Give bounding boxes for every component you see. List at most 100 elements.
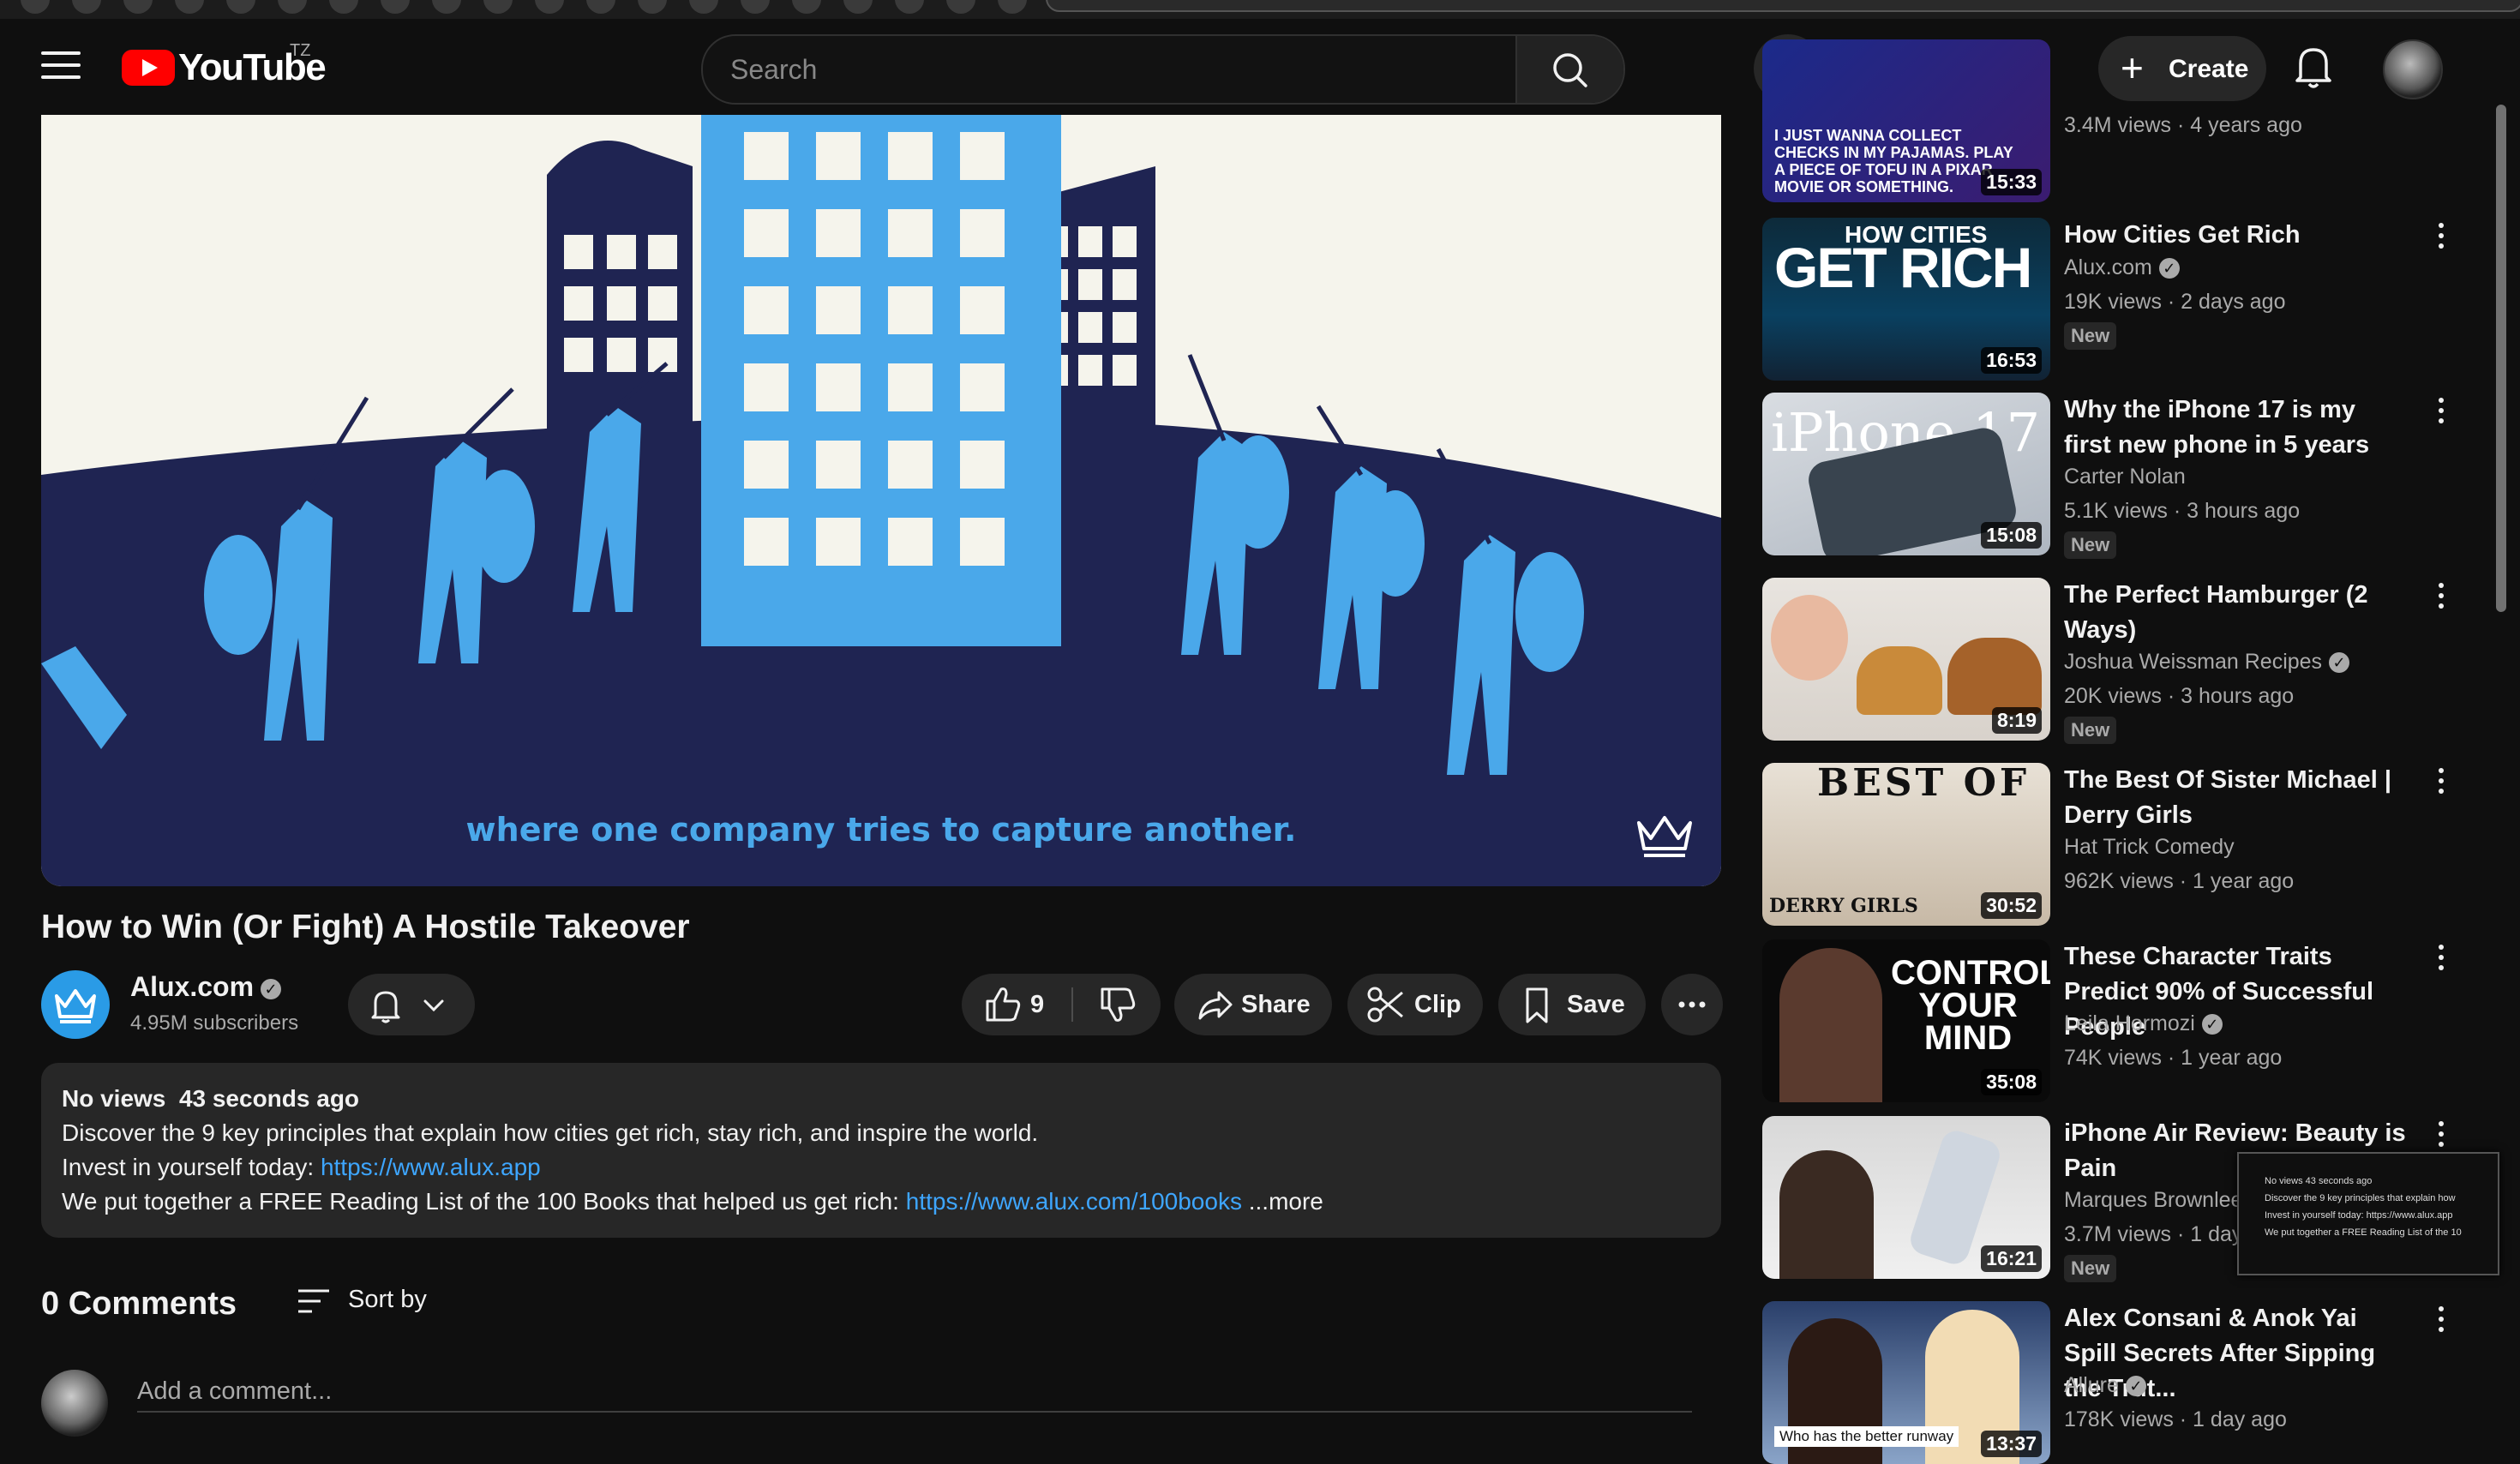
save-button[interactable]: Save [1498, 974, 1646, 1035]
preview-line: No views 43 seconds ago [2265, 1176, 2373, 1186]
sort-button[interactable]: Sort by [297, 1284, 427, 1318]
verified-icon: ✓ [2329, 652, 2350, 674]
person-image [1779, 948, 1882, 1102]
add-comment-input[interactable] [137, 1371, 1692, 1413]
browser-tab-strip [0, 0, 2520, 19]
tab-favicon[interactable] [741, 0, 770, 14]
share-icon [1198, 991, 1233, 1020]
create-button[interactable]: + Create [2098, 36, 2266, 101]
video-thumbnail[interactable]: 16:21 [1762, 1116, 2050, 1279]
video-title: Why the iPhone 17 is my first new phone … [2064, 396, 2370, 459]
video-duration: 15:08 [1981, 522, 2042, 549]
new-badge: New [2064, 322, 2117, 350]
tab-favicon[interactable] [72, 0, 101, 14]
video-thumbnail[interactable]: I JUST WANNA COLLECT CHECKS IN MY PAJAMA… [1762, 39, 2050, 202]
video-duration: 35:08 [1981, 1069, 2042, 1095]
tab-favicon[interactable] [689, 0, 718, 14]
more-options-icon[interactable] [2431, 223, 2451, 257]
tab-favicon[interactable] [483, 0, 513, 14]
thumbnail-text: BEST OF [1817, 763, 2031, 805]
description-link[interactable]: https://www.alux.app [321, 1154, 541, 1180]
thumbnail-text: Who has the better runway [1774, 1426, 1959, 1447]
description-line: Discover the 9 key principles that expla… [62, 1119, 1039, 1146]
new-badge: New [2064, 717, 2117, 744]
preview-line: We put together a FREE Reading List of t… [2265, 1227, 2462, 1238]
video-thumbnail[interactable]: HOW CITIES GET RICH 16:53 [1762, 218, 2050, 381]
more-options-icon[interactable] [2431, 398, 2451, 432]
sidebar-scrollbar[interactable] [2496, 105, 2506, 612]
search-button[interactable] [1515, 36, 1623, 103]
tab-favicon[interactable] [998, 0, 1027, 14]
tab-favicon[interactable] [895, 0, 924, 14]
more-options-icon[interactable] [2431, 768, 2451, 802]
search-input[interactable] [729, 36, 1452, 103]
menu-icon[interactable] [41, 51, 81, 82]
channel-name: Marques Brownlee [2064, 1188, 2243, 1212]
video-caption: where one company tries to capture anoth… [465, 811, 1297, 849]
burger-image [1857, 646, 1942, 715]
channel-avatar[interactable] [41, 970, 110, 1039]
bell-icon [371, 991, 444, 1023]
video-meta: 74K views · 1 year ago [2064, 1046, 2283, 1070]
hover-preview-card: No views 43 seconds ago Discover the 9 k… [2237, 1152, 2499, 1275]
notifications-button[interactable] [2292, 43, 2335, 91]
browser-url-bar[interactable] [1046, 0, 2520, 12]
tab-favicon[interactable] [329, 0, 358, 14]
tab-favicon[interactable] [586, 0, 615, 14]
video-player[interactable]: where one company tries to capture anoth… [41, 115, 1721, 886]
video-thumbnail[interactable]: iPhone 17 15:08 [1762, 393, 2050, 555]
notification-settings-button[interactable] [348, 974, 475, 1035]
thumbs-down-icon [1101, 987, 1136, 1022]
video-thumbnail[interactable]: Who has the better runway 13:37 [1762, 1301, 2050, 1464]
crown-watermark-icon [1637, 816, 1692, 857]
dislike-button[interactable] [1073, 974, 1161, 1035]
burger-image [1947, 638, 2042, 715]
channel-name: Allure ✓ [2064, 1373, 2146, 1398]
crown-icon [55, 989, 96, 1023]
like-button[interactable]: 9 [962, 974, 1071, 1035]
video-title: How Cities Get Rich [2064, 221, 2301, 249]
new-badge: New [2064, 531, 2117, 559]
comments-count: 0 Comments [41, 1286, 237, 1322]
tab-favicon[interactable] [226, 0, 255, 14]
tab-favicon[interactable] [535, 0, 564, 14]
channel-name[interactable]: Alux.com ✓ [130, 971, 282, 1003]
tab-favicon[interactable] [432, 0, 461, 14]
video-duration: 13:37 [1981, 1431, 2042, 1457]
show-more-button[interactable]: ...more [1249, 1188, 1323, 1215]
tab-favicon[interactable] [792, 0, 821, 14]
more-actions-button[interactable] [1661, 974, 1723, 1035]
video-frame [41, 115, 1721, 886]
description-box[interactable]: No views 43 seconds ago Discover the 9 k… [41, 1063, 1721, 1238]
tab-favicon[interactable] [843, 0, 873, 14]
description-link[interactable]: https://www.alux.com/100books [906, 1188, 1242, 1215]
share-button[interactable]: Share [1174, 974, 1332, 1035]
youtube-play-icon [122, 50, 175, 86]
tab-favicon[interactable] [278, 0, 307, 14]
more-options-icon[interactable] [2431, 583, 2451, 617]
video-duration: 16:53 [1981, 347, 2042, 374]
clip-button[interactable]: Clip [1347, 974, 1483, 1035]
tab-favicon[interactable] [946, 0, 975, 14]
tab-favicon[interactable] [123, 0, 153, 14]
video-duration: 16:21 [1981, 1245, 2042, 1272]
description-line: Invest in yourself today: https://www.al… [62, 1154, 541, 1181]
more-options-icon[interactable] [2431, 945, 2451, 979]
more-options-icon[interactable] [2431, 1306, 2451, 1341]
user-avatar [41, 1370, 108, 1437]
video-duration: 8:19 [1991, 707, 2042, 734]
create-label: Create [2169, 55, 2249, 83]
tab-favicon[interactable] [21, 0, 50, 14]
video-thumbnail[interactable]: 8:19 [1762, 578, 2050, 741]
thumbnail-text: CONTROL YOUR MIND [1891, 954, 2050, 1057]
tab-favicon[interactable] [381, 0, 410, 14]
more-options-icon[interactable] [2431, 1121, 2451, 1155]
tab-favicon[interactable] [638, 0, 667, 14]
video-title: The Best Of Sister Michael | Derry Girls [2064, 766, 2391, 829]
plus-icon: + [2121, 45, 2144, 90]
tab-favicon[interactable] [175, 0, 204, 14]
more-horizontal-icon [1678, 1001, 1706, 1008]
video-thumbnail[interactable]: CONTROL YOUR MIND 35:08 [1762, 939, 2050, 1102]
account-avatar[interactable] [2383, 39, 2443, 99]
video-thumbnail[interactable]: BEST OF DERRY GIRLS 30:52 [1762, 763, 2050, 926]
